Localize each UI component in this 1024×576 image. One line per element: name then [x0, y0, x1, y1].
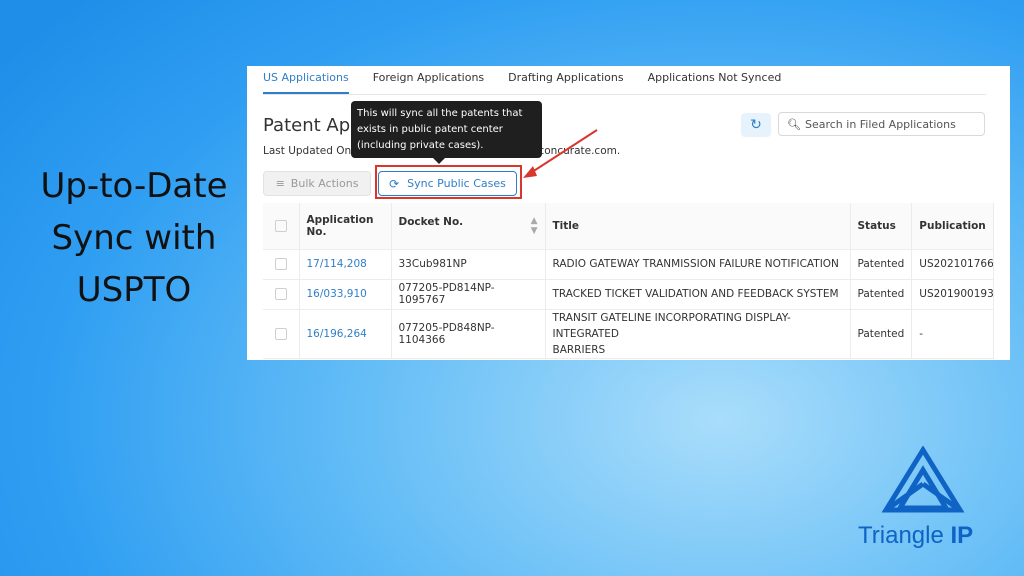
sort-icon[interactable]: ▲ ▼ — [531, 216, 538, 236]
title-line-2: BARRIERS — [552, 343, 606, 356]
header-application-no[interactable]: Application No. — [299, 203, 392, 250]
docket-no-cell: 33Cub981NP — [391, 249, 546, 280]
row-checkbox[interactable] — [274, 327, 287, 340]
tooltip-pointer — [433, 158, 445, 164]
tooltip-line-2: exists in public patent center — [357, 124, 503, 135]
header-title[interactable]: Title — [545, 203, 851, 250]
docket-no-cell: 077205-PD848NP-1104366 — [391, 309, 546, 359]
title-cell: TRACKED TICKET VALIDATION AND FEEDBACK S… — [545, 279, 851, 310]
application-no-link[interactable]: 16/033,910 — [307, 288, 367, 300]
sync-tooltip: This will sync all the patents that exis… — [351, 101, 542, 158]
publication-cell: - — [911, 309, 994, 359]
search-icon: 🔍︎ — [787, 117, 801, 131]
headline-line-3: USPTO — [76, 270, 192, 310]
sync-icon: ⟳ — [389, 176, 400, 191]
bulk-actions-label: Bulk Actions — [290, 177, 359, 190]
title-cell: TRANSIT GATELINE INCORPORATING DISPLAY-I… — [545, 309, 851, 359]
application-no-cell: 16/196,264 — [299, 309, 392, 359]
tab-drafting-applications[interactable]: Drafting Applications — [508, 66, 623, 94]
refresh-button[interactable]: ↻ — [741, 113, 771, 137]
table-row[interactable]: 16/033,910 077205-PD814NP-1095767 TRACKE… — [263, 279, 994, 310]
tabs-divider — [263, 94, 986, 95]
header-docket-label: Docket No. — [398, 215, 464, 228]
tab-us-applications[interactable]: US Applications — [263, 66, 349, 94]
table-row[interactable]: 17/114,208 33Cub981NP RADIO GATEWAY TRAN… — [263, 249, 994, 280]
brand-name-part-2: IP — [950, 522, 974, 549]
search-input[interactable]: 🔍︎ Search in Filed Applications — [778, 112, 985, 136]
bulk-actions-button[interactable]: ≡ Bulk Actions — [263, 171, 371, 196]
row-checkbox[interactable] — [274, 288, 287, 300]
applications-table: Application No. Docket No. ▲ ▼ Title Stat… — [263, 203, 994, 359]
select-all-cell — [263, 203, 300, 250]
brand-name-part-1: Triangle — [858, 522, 951, 549]
table-row[interactable]: 16/196,264 077205-PD848NP-1104366 TRANSI… — [263, 309, 994, 359]
sync-public-cases-label: Sync Public Cases — [407, 177, 506, 190]
application-no-cell: 16/033,910 — [299, 279, 392, 310]
header-docket-no[interactable]: Docket No. ▲ ▼ — [391, 203, 546, 250]
refresh-icon: ↻ — [750, 117, 762, 133]
search-placeholder: Search in Filed Applications — [804, 117, 956, 131]
tab-bar: US Applications Foreign Applications Dra… — [263, 66, 805, 94]
application-no-link[interactable]: 16/196,264 — [307, 328, 367, 340]
publication-cell: US20190019365 — [911, 279, 994, 310]
header-status[interactable]: Status — [850, 203, 913, 250]
brand-name: Triangle IP — [858, 522, 973, 550]
last-updated-label: Last Updated On — [263, 145, 352, 157]
header-publication[interactable]: Publication — [911, 203, 994, 250]
row-select-cell — [263, 279, 300, 310]
status-cell: Patented — [850, 249, 913, 280]
tab-foreign-applications[interactable]: Foreign Applications — [373, 66, 484, 94]
row-checkbox[interactable] — [274, 258, 287, 270]
table-header-row: Application No. Docket No. ▲ ▼ Title Stat… — [263, 203, 994, 250]
application-no-link[interactable]: 17/114,208 — [307, 258, 367, 270]
status-cell: Patented — [850, 309, 913, 359]
tooltip-line-3: (including private cases). — [357, 140, 484, 151]
row-select-cell — [263, 249, 300, 280]
publication-cell: US20210176651 — [911, 249, 994, 280]
application-no-cell: 17/114,208 — [299, 249, 392, 280]
docket-no-cell: 077205-PD814NP-1095767 — [391, 279, 546, 310]
headline-line-1: Up-to-Date — [40, 166, 228, 206]
title-line-1: TRANSIT GATELINE INCORPORATING DISPLAY-I… — [552, 311, 791, 340]
row-select-cell — [263, 309, 300, 359]
status-cell: Patented — [850, 279, 913, 310]
tab-applications-not-synced[interactable]: Applications Not Synced — [648, 66, 782, 94]
headline-line-2: Sync with — [51, 218, 217, 258]
layers-icon: ≡ — [275, 177, 285, 190]
title-cell: RADIO GATEWAY TRANMISSION FAILURE NOTIFI… — [545, 249, 851, 280]
tooltip-line-1: This will sync all the patents that — [357, 108, 523, 119]
select-all-checkbox[interactable] — [274, 219, 287, 232]
sync-public-cases-button[interactable]: ⟳ Sync Public Cases — [378, 171, 517, 196]
headline: Up-to-Date Sync with USPTO — [20, 160, 248, 316]
app-screenshot-panel: US Applications Foreign Applications Dra… — [247, 66, 1010, 360]
